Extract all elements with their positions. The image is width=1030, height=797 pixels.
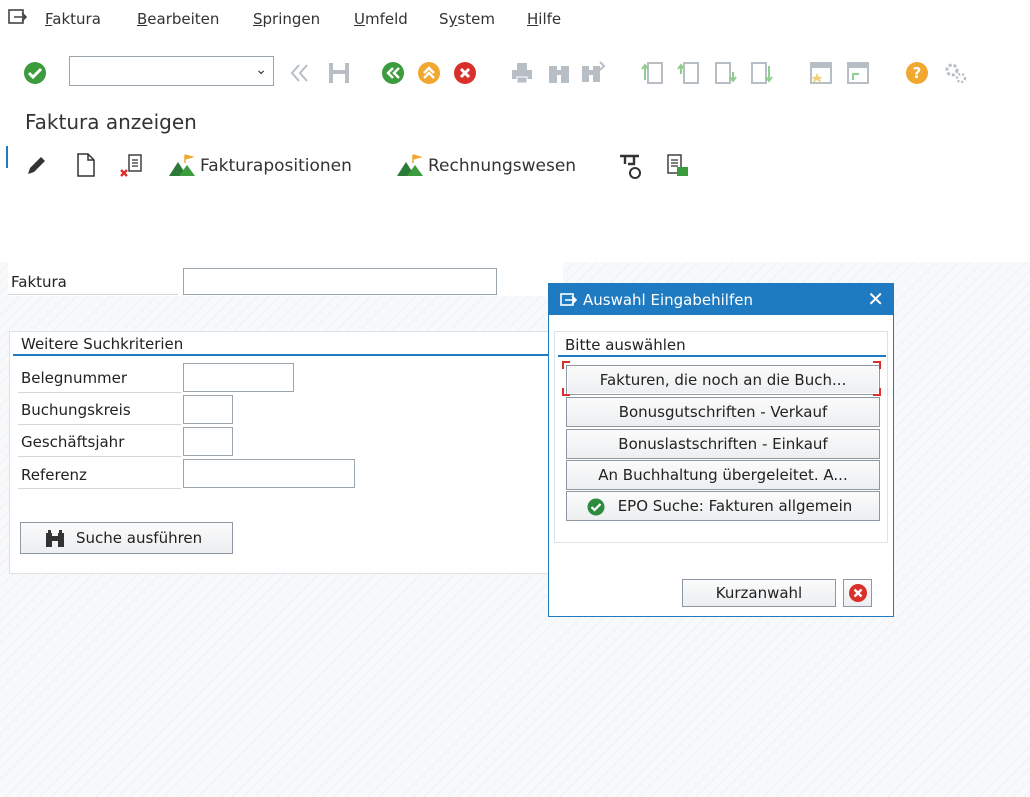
svg-text:?: ? (913, 64, 922, 82)
label-underline (18, 424, 181, 425)
selection-marker (873, 388, 881, 396)
cancel-icon[interactable] (452, 60, 478, 86)
menu-faktura[interactable]: Faktura (45, 10, 101, 28)
option-bonusgutschriften-verkauf[interactable]: Bonusgutschriften - Verkauf (566, 397, 880, 427)
cancel-icon (849, 584, 867, 602)
sap-menu-icon[interactable] (8, 8, 28, 26)
buchungskreis-input[interactable] (183, 395, 233, 424)
search-execute-label: Suche ausführen (76, 529, 203, 547)
print-icon[interactable] (509, 60, 535, 86)
label-underline (8, 294, 178, 295)
option-an-buchhaltung-uebergeleitet[interactable]: An Buchhaltung übergeleitet. A... (566, 460, 880, 490)
last-page-icon[interactable] (748, 60, 774, 86)
option-fakturen-noch-buchhaltung[interactable]: Fakturen, die noch an die Buch... (566, 365, 880, 395)
menu-umfeld[interactable]: Umfeld (354, 10, 408, 28)
next-page-icon[interactable] (712, 60, 738, 86)
subtitle-underline (558, 355, 886, 357)
help-icon[interactable]: ? (904, 60, 930, 86)
menu-hilfe[interactable]: Hilfe (527, 10, 561, 28)
tool-icon[interactable] (617, 152, 645, 180)
menu-springen[interactable]: Springen (253, 10, 320, 28)
option-label: An Buchhaltung übergeleitet. A... (598, 466, 848, 484)
generate-shortcut-icon[interactable] (845, 60, 871, 86)
document-icon[interactable] (74, 152, 98, 178)
label-underline (18, 488, 181, 489)
label-underline (18, 392, 181, 393)
search-execute-button[interactable]: Suche ausführen (20, 522, 233, 554)
selection-marker (873, 361, 881, 369)
label-underline (18, 456, 181, 457)
document-settings-icon[interactable] (664, 152, 692, 180)
exit-icon[interactable] (416, 60, 442, 86)
pencil-icon[interactable] (24, 154, 48, 178)
option-label: EPO Suche: Fakturen allgemein (617, 497, 853, 515)
enter-check-icon[interactable] (22, 60, 48, 86)
mountain-flag-icon[interactable] (395, 152, 425, 178)
kurzanwahl-label: Kurzanwahl (715, 584, 803, 602)
binoculars-icon (46, 530, 64, 547)
faktura-input[interactable] (183, 268, 497, 295)
menu-bearbeiten[interactable]: Bearbeiten (137, 10, 219, 28)
back-double-chevron-icon[interactable] (287, 60, 313, 86)
belegnummer-label: Belegnummer (21, 369, 128, 387)
command-field[interactable]: ⌄ (69, 56, 274, 86)
geschaeftsjahr-input[interactable] (183, 427, 233, 456)
chevron-down-icon[interactable]: ⌄ (255, 62, 267, 78)
create-session-icon[interactable] (808, 60, 834, 86)
faktura-label: Faktura (11, 273, 67, 291)
check-circle-icon (587, 498, 605, 516)
close-icon[interactable]: ✕ (867, 288, 884, 310)
find-icon[interactable] (546, 60, 572, 86)
geschaeftsjahr-label: Geschäftsjahr (21, 433, 125, 451)
standard-toolbar: ⌄ ? (0, 40, 1030, 100)
back-icon[interactable] (380, 60, 406, 86)
selection-marker (562, 361, 570, 369)
mountain-flag-icon[interactable] (167, 152, 197, 178)
menu-system[interactable]: System (439, 10, 495, 28)
belegnummer-input[interactable] (183, 363, 294, 392)
dialog-subtitle: Bitte auswählen (565, 336, 686, 354)
kurzanwahl-button[interactable]: Kurzanwahl (682, 579, 836, 607)
menu-bar: Faktura Bearbeiten Springen Umfeld Syste… (0, 0, 1030, 40)
selection-marker (562, 388, 570, 396)
auswahl-eingabehilfen-dialog: Auswahl Eingabehilfen ✕ Bitte auswählen … (548, 283, 894, 617)
previous-page-icon[interactable] (676, 60, 702, 86)
focus-indicator (6, 146, 8, 168)
option-bonuslastschriften-einkauf[interactable]: Bonuslastschriften - Einkauf (566, 429, 880, 459)
dialog-title: Auswahl Eingabehilfen (583, 291, 753, 309)
first-page-icon[interactable] (640, 60, 666, 86)
group-title: Weitere Suchkriterien (21, 335, 184, 353)
group-underline (13, 354, 566, 356)
page-title: Faktura anzeigen (25, 110, 197, 134)
save-icon[interactable] (326, 60, 352, 86)
dialog-header: Auswahl Eingabehilfen ✕ (549, 284, 893, 315)
referenz-label: Referenz (21, 466, 87, 484)
option-label: Bonuslastschriften - Einkauf (618, 435, 828, 453)
option-label: Bonusgutschriften - Verkauf (618, 403, 828, 421)
buchungskreis-label: Buchungskreis (21, 401, 131, 419)
gear-icon[interactable] (942, 60, 968, 86)
application-toolbar: Fakturapositionen Rechnungswesen (0, 142, 1030, 190)
faktura-row: Faktura (8, 262, 563, 296)
sap-menu-icon (560, 293, 578, 306)
content-area (0, 190, 1030, 262)
cancel-button[interactable] (843, 579, 872, 607)
referenz-input[interactable] (183, 459, 355, 488)
option-label: Fakturen, die noch an die Buch... (599, 371, 847, 389)
document-delete-icon[interactable] (118, 152, 146, 180)
rechnungswesen-button[interactable]: Rechnungswesen (428, 156, 576, 176)
title-bar: Faktura anzeigen (0, 100, 1030, 142)
find-next-icon[interactable] (580, 60, 606, 86)
weitere-suchkriterien-group: Weitere Suchkriterien Belegnummer Buchun… (9, 331, 566, 574)
option-epo-suche-fakturen[interactable]: EPO Suche: Fakturen allgemein (566, 491, 880, 521)
fakturapositionen-button[interactable]: Fakturapositionen (200, 156, 352, 176)
